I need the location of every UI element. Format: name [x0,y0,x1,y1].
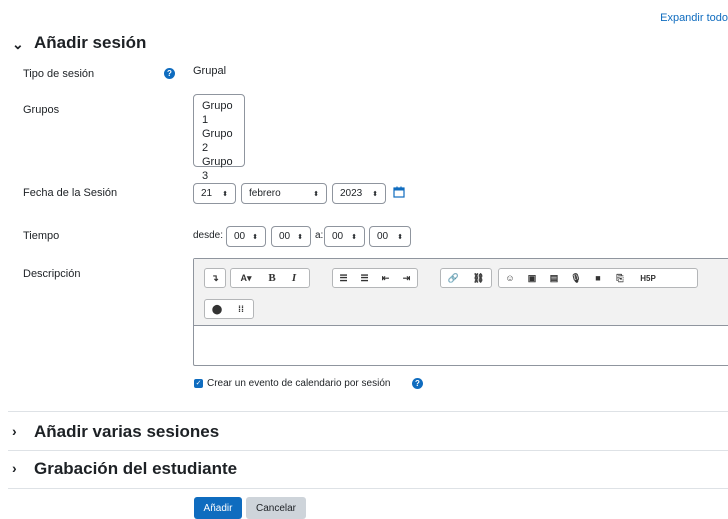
month-select[interactable]: febrero ⬍ [241,183,327,204]
toolbar-group-collapse: ↴ [204,268,226,288]
session-date-label: Fecha de la Sesión [23,187,118,199]
paragraph-style-icon[interactable]: A▾ [231,269,261,287]
day-select[interactable]: 21 ⬍ [193,183,236,204]
description-label: Descripción [23,268,81,280]
record-audio-icon[interactable]: 🎙 [565,269,587,287]
select-arrow-icon: ⬍ [372,190,378,198]
calendar-icon[interactable] [393,186,405,201]
section-title-add-multiple[interactable]: Añadir varias sesiones [34,422,219,442]
manage-files-icon[interactable]: ⎘ [609,269,631,287]
toolbar-group-links: 🔗 ⛓ [440,268,492,288]
from-hour-select[interactable]: 00 ⬍ [226,226,266,247]
to-minute-select[interactable]: 00 ⬍ [369,226,411,247]
screenreader-helper-icon[interactable]: ⁞⁞ [229,300,253,318]
group-option[interactable]: Grupo 1 [202,99,236,127]
groups-label: Grupos [23,104,60,116]
year-value: 2023 [340,188,363,199]
day-value: 21 [201,188,213,199]
outdent-icon[interactable]: ⇤ [375,269,396,287]
chevron-down-icon[interactable]: ⌄ [12,36,24,53]
chevron-right-icon[interactable]: › [12,423,17,439]
from-minute-value: 00 [279,231,291,242]
calendar-event-label: Crear un evento de calendario por sesión [207,378,391,389]
from-hour-value: 00 [234,231,246,242]
toolbar-group-style: A▾ B I [230,268,310,288]
from-label: desde: [193,230,224,241]
group-option[interactable]: Grupo 3 [202,155,236,183]
link-icon[interactable]: 🔗 [441,269,466,287]
submit-button[interactable]: Añadir [194,497,242,519]
indent-icon[interactable]: ⇥ [396,269,417,287]
select-arrow-icon: ⬍ [297,233,303,241]
section-title-student-recording[interactable]: Grabación del estudiante [34,459,237,479]
ordered-list-icon[interactable]: ☰ [354,269,375,287]
toolbar-group-lists: ☰ ☰ ⇤ ⇥ [332,268,418,288]
chevron-right-icon[interactable]: › [12,460,17,476]
unlink-icon[interactable]: ⛓ [466,269,491,287]
help-icon[interactable]: ? [164,68,175,79]
group-option[interactable]: Grupo 2 [202,127,236,155]
image-icon[interactable]: ▣ [521,269,543,287]
accessibility-checker-icon[interactable]: ⬤ [205,300,229,318]
to-label: a: [315,230,324,241]
to-hour-select[interactable]: 00 ⬍ [324,226,365,247]
select-arrow-icon: ⬍ [351,233,357,241]
select-arrow-icon: ⬍ [397,233,403,241]
select-arrow-icon: ⬍ [313,190,319,198]
divider [8,411,728,412]
groups-listbox[interactable]: Grupo 1 Grupo 2 Grupo 3 [193,94,245,182]
collapse-icon[interactable]: ↴ [205,269,225,287]
italic-icon[interactable]: I [283,269,305,287]
to-minute-value: 00 [377,231,389,242]
emoji-icon[interactable]: ☺ [499,269,521,287]
divider [8,488,728,489]
bold-icon[interactable]: B [261,269,283,287]
help-icon[interactable]: ? [412,378,423,389]
toolbar-group-insert: ☺ ▣ ▤ 🎙 ■ ⎘ H5P [498,268,698,288]
year-select[interactable]: 2023 ⬍ [332,183,386,204]
section-title-add-session[interactable]: Añadir sesión [34,33,146,53]
description-editor[interactable]: ↴ A▾ B I ☰ ☰ ⇤ ⇥ 🔗 ⛓ ☺ ▣ ▤ 🎙 ■ ⎘ H5P ⬤ ⁞ [193,258,728,366]
month-value: febrero [249,188,281,199]
time-label: Tiempo [23,230,60,242]
from-minute-select[interactable]: 00 ⬍ [271,226,311,247]
editor-toolbar: ↴ A▾ B I ☰ ☰ ⇤ ⇥ 🔗 ⛓ ☺ ▣ ▤ 🎙 ■ ⎘ H5P ⬤ ⁞ [194,259,728,326]
expand-all-link[interactable]: Expandir todo [660,12,728,24]
media-icon[interactable]: ▤ [543,269,565,287]
to-hour-value: 00 [332,231,344,242]
divider [8,450,728,451]
calendar-event-checkbox[interactable]: ✓ [194,379,203,388]
unordered-list-icon[interactable]: ☰ [333,269,354,287]
session-type-value: Grupal [193,65,227,77]
select-arrow-icon: ⬍ [252,233,258,241]
session-type-label: Tipo de sesión [23,68,95,80]
h5p-icon[interactable]: H5P [631,269,665,287]
select-arrow-icon: ⬍ [222,190,228,198]
record-video-icon[interactable]: ■ [587,269,609,287]
toolbar-group-extra: ⬤ ⁞⁞ [204,299,254,319]
cancel-button[interactable]: Cancelar [246,497,306,519]
